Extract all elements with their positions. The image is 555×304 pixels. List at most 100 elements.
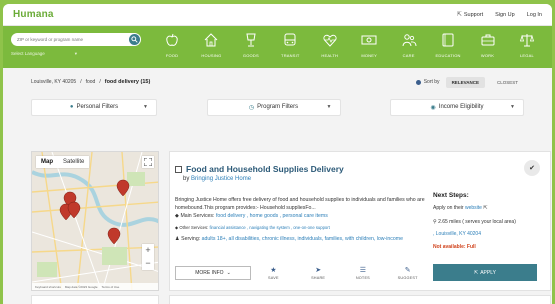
search-icon: [131, 36, 138, 43]
tab-map[interactable]: Map: [36, 156, 58, 168]
house-icon: [205, 33, 218, 47]
book-icon: [442, 33, 454, 47]
map-panel[interactable]: Map Satellite + − Keyboard shortcuts Map…: [31, 151, 159, 291]
heart-pulse-icon: [323, 34, 337, 47]
provider-link[interactable]: Bringing Justice Home: [191, 176, 251, 182]
breadcrumb-category[interactable]: food: [86, 79, 96, 85]
location-pin-icon: ⚲: [433, 219, 437, 225]
chevron-down-icon: ⌄: [226, 270, 231, 276]
caret-down-icon: ▼: [143, 104, 148, 110]
apply-on-website: Apply on their website ⇱: [433, 205, 488, 211]
income-eligibility-dropdown[interactable]: ◉ Income Eligibility ▼: [390, 98, 524, 116]
zoom-control: + −: [142, 244, 154, 270]
pencil-icon: ✎: [404, 267, 411, 274]
people-icon: [402, 34, 417, 47]
category-nav: Select Language ▾ FOOD HOUSING GOODS TRA…: [3, 26, 552, 68]
suggest-button[interactable]: ✎ SUGGEST: [385, 266, 430, 280]
external-link-icon: ⇱: [456, 12, 462, 18]
external-link-icon: ⇱: [474, 269, 479, 276]
main-services: ◆ Main Services: food delivery , home go…: [175, 213, 328, 219]
zoom-out-button[interactable]: −: [142, 257, 154, 270]
next-result-card: [169, 295, 551, 304]
search-box: [11, 33, 141, 46]
breadcrumb-current: food delivery (15): [104, 79, 151, 85]
search-column: Select Language ▾: [11, 26, 141, 68]
caret-down-icon: ▼: [326, 104, 332, 110]
gauge-icon: ◉: [430, 104, 436, 111]
category-housing[interactable]: HOUSING: [194, 32, 228, 68]
category-education[interactable]: EDUCATION: [431, 32, 465, 68]
breadcrumb-location[interactable]: Louisville, KY 40205: [31, 79, 76, 85]
map-pin: [59, 179, 130, 245]
person-icon: ●: [69, 104, 74, 110]
notes-button[interactable]: ☰ NOTES: [341, 266, 386, 280]
language-select[interactable]: Select Language ▾: [11, 51, 141, 57]
next-steps: Next Steps: Apply on their website ⇱ ⚲ 2…: [433, 192, 548, 250]
terms-link[interactable]: Terms of Use: [102, 285, 120, 289]
category-goods[interactable]: GOODS: [234, 32, 268, 68]
category-transit[interactable]: TRANSIT: [273, 32, 307, 68]
signup-link[interactable]: Sign Up: [495, 12, 515, 18]
briefcase-icon: [481, 34, 494, 46]
category-food[interactable]: FOOD: [155, 32, 189, 68]
sort-closest-button[interactable]: CLOSEST: [491, 77, 524, 88]
personal-filters-dropdown[interactable]: ● Personal Filters ▼: [31, 98, 157, 116]
info-icon: [415, 79, 421, 85]
check-badge[interactable]: ✔: [524, 160, 540, 176]
support-link[interactable]: ⇱ Support: [457, 11, 483, 18]
clock-icon: ◷: [248, 104, 255, 111]
map-attribution: Map data ©2023 Google: [64, 284, 98, 289]
result-title[interactable]: Food and Household Supplies Delivery: [186, 164, 344, 174]
zoom-in-button[interactable]: +: [142, 244, 154, 257]
website-link[interactable]: website: [465, 205, 482, 211]
next-steps-title: Next Steps:: [433, 192, 469, 199]
provider-byline: by Bringing Justice Home: [183, 176, 252, 182]
keyboard-shortcuts-link[interactable]: Keyboard shortcuts: [35, 285, 61, 289]
category-health[interactable]: HEALTH: [313, 32, 347, 68]
fullscreen-button[interactable]: [142, 156, 154, 168]
scales-icon: [519, 34, 534, 47]
logo[interactable]: Humana: [13, 9, 54, 20]
breadcrumb-separator: /: [99, 79, 101, 85]
login-link[interactable]: Log In: [527, 12, 542, 18]
category-legal[interactable]: LEGAL: [510, 32, 544, 68]
tab-satellite[interactable]: Satellite: [58, 156, 89, 168]
search-button[interactable]: [129, 34, 140, 45]
map-footer: Keyboard shortcuts Map data ©2023 Google…: [32, 283, 158, 290]
category-work[interactable]: WORK: [471, 32, 505, 68]
sort-relevance-button[interactable]: RELEVANCE: [445, 76, 485, 88]
distance: ⚲ 2.65 miles ( serves your local area): [433, 219, 516, 225]
more-info-button[interactable]: MORE INFO ⌄: [175, 266, 251, 280]
lamp-icon: [246, 33, 256, 47]
sort-label: Sort by: [415, 79, 440, 85]
result-description: Bringing Justice Home offers free delive…: [175, 197, 425, 211]
notes-icon: ☰: [359, 267, 367, 274]
map-pins: [59, 179, 130, 245]
address-link[interactable]: , Louisville, KY 40204: [433, 231, 548, 237]
result-actions: MORE INFO ⌄ ★ SAVE ➤ SHARE ☰ NOTES ✎ SUG…: [175, 262, 430, 284]
sort-controls: Sort by RELEVANCE CLOSEST: [415, 76, 524, 88]
result-card: Food and Household Supplies Delivery by …: [169, 151, 551, 291]
tag-icon: ◆: [175, 225, 179, 230]
top-nav: ⇱ Support Sign Up Log In: [457, 11, 542, 19]
search-input[interactable]: [17, 37, 117, 42]
share-button[interactable]: ➤ SHARE: [296, 266, 341, 280]
save-button[interactable]: ★ SAVE: [251, 266, 296, 280]
apply-button[interactable]: ⇱ APPLY: [433, 264, 537, 281]
check-icon: ✔: [529, 165, 535, 172]
money-icon: [361, 35, 377, 45]
person-icon: ♟: [175, 236, 180, 242]
compare-checkbox[interactable]: [175, 165, 182, 173]
result-title-row: Food and Household Supplies Delivery: [175, 164, 344, 174]
apple-icon: [166, 33, 178, 46]
map-type-tabs: Map Satellite: [36, 156, 90, 168]
category-money[interactable]: MONEY: [352, 32, 386, 68]
other-services: ◆ Other Services: financial assistance ,…: [175, 225, 330, 230]
category-list: FOOD HOUSING GOODS TRANSIT HEALTH MONEY: [141, 26, 544, 68]
send-icon: ➤: [315, 267, 322, 274]
fullscreen-icon: [144, 158, 152, 166]
category-care[interactable]: CARE: [392, 32, 426, 68]
program-filters-dropdown[interactable]: ◷ Program Filters ▼: [206, 98, 341, 116]
bus-icon: [284, 33, 296, 46]
tag-icon: ◆: [175, 213, 179, 219]
